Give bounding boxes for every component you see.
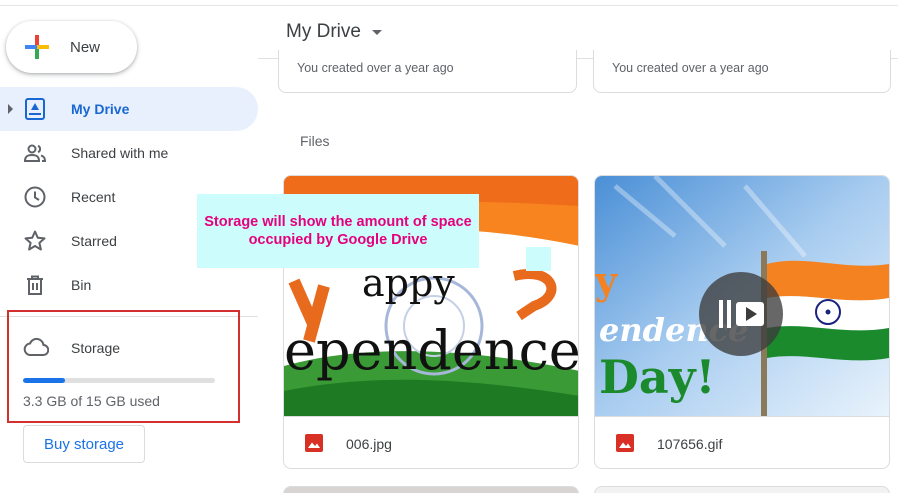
file-thumbnail: y endence Day! [595, 176, 889, 416]
thumbnail-text-bottom: ependence [284, 319, 578, 382]
page-title: My Drive [286, 21, 361, 42]
sidebar-item-bin[interactable]: Bin [0, 263, 258, 307]
trash-icon [23, 273, 47, 297]
my-drive-icon [23, 97, 47, 121]
sidebar-item-my-drive[interactable]: My Drive [0, 87, 258, 131]
annotation-text: Storage will show the amount of space oc… [204, 214, 472, 248]
storage-used-text: 3.3 GB of 15 GB used [23, 393, 160, 409]
folder-card[interactable]: You created over a year ago [593, 50, 891, 93]
file-card[interactable]: y endence Day! 107656.gif [594, 175, 890, 469]
new-button-label: New [70, 38, 101, 56]
page-title-dropdown[interactable]: My Drive [286, 21, 382, 43]
file-name: 107656.gif [657, 436, 723, 452]
files-section-label: Files [300, 133, 330, 149]
sidebar-item-label: My Drive [71, 101, 130, 117]
thumbnail-text-top: y [595, 258, 618, 303]
sidebar-item-label: Bin [71, 277, 92, 293]
image-file-icon [616, 434, 634, 452]
annotation-callout: Storage will show the amount of space oc… [197, 194, 479, 268]
file-card-partial[interactable] [594, 486, 890, 493]
cloud-icon [23, 337, 50, 357]
folder-subtitle: You created over a year ago [297, 61, 454, 75]
plus-icon [23, 33, 51, 61]
annotation-marker [526, 247, 551, 271]
sidebar-item-label: Starred [71, 233, 117, 249]
buy-storage-button[interactable]: Buy storage [23, 425, 145, 463]
dropdown-arrow-icon [371, 29, 382, 35]
play-overlay-icon[interactable] [699, 272, 783, 356]
sidebar-item-label: Recent [71, 189, 116, 205]
file-name-row: 006.jpg [284, 416, 578, 468]
storage-progress-bar [23, 378, 215, 383]
folder-subtitle: You created over a year ago [612, 61, 769, 75]
image-file-icon [305, 434, 323, 452]
sidebar-item-label: Shared with me [71, 145, 169, 161]
storage-label[interactable]: Storage [71, 340, 120, 356]
new-button[interactable]: New [6, 21, 137, 73]
star-icon [23, 229, 47, 253]
storage-progress-fill [23, 378, 66, 383]
expand-caret-icon[interactable] [8, 104, 13, 114]
file-card-partial[interactable] [283, 486, 579, 493]
clock-icon [23, 185, 47, 209]
folder-card[interactable]: You created over a year ago [278, 50, 577, 93]
shared-people-icon [23, 141, 47, 165]
top-border [0, 0, 898, 6]
file-name: 006.jpg [346, 436, 392, 452]
file-name-row: 107656.gif [595, 416, 889, 468]
sidebar-item-shared-with-me[interactable]: Shared with me [0, 131, 258, 175]
thumbnail-text-bottom: Day! [599, 350, 716, 404]
